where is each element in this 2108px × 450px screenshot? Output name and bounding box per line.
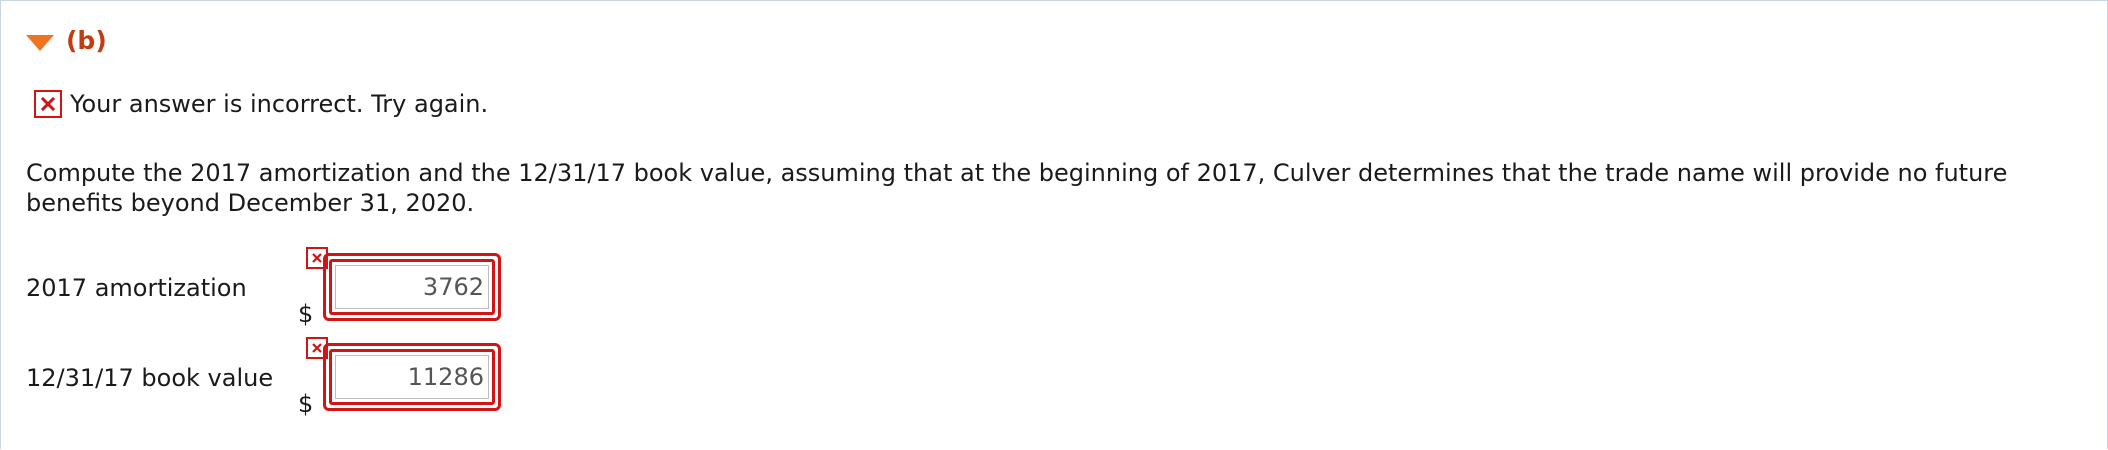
book-value-label: 12/31/17 book value bbox=[26, 364, 274, 392]
feedback-message: Your answer is incorrect. Try again. bbox=[34, 90, 488, 118]
book-value-input-frame bbox=[323, 343, 501, 411]
amortization-input-frame bbox=[323, 253, 501, 321]
amortization-input-border bbox=[329, 259, 495, 315]
part-label: (b) bbox=[66, 26, 107, 55]
part-b-toggle[interactable]: (b) bbox=[26, 26, 107, 55]
feedback-text: Your answer is incorrect. Try again. bbox=[70, 90, 489, 118]
book-value-input-border bbox=[329, 349, 495, 405]
incorrect-icon bbox=[34, 90, 62, 118]
collapse-triangle-icon[interactable] bbox=[26, 34, 54, 51]
question-panel bbox=[0, 0, 2108, 449]
book-value-input[interactable] bbox=[335, 355, 489, 399]
amortization-input[interactable] bbox=[335, 265, 489, 309]
book-value-currency: $ bbox=[298, 390, 314, 418]
amortization-currency: $ bbox=[298, 300, 314, 328]
question-text: Compute the 2017 amortization and the 12… bbox=[26, 159, 2008, 217]
amortization-label: 2017 amortization bbox=[26, 274, 247, 302]
